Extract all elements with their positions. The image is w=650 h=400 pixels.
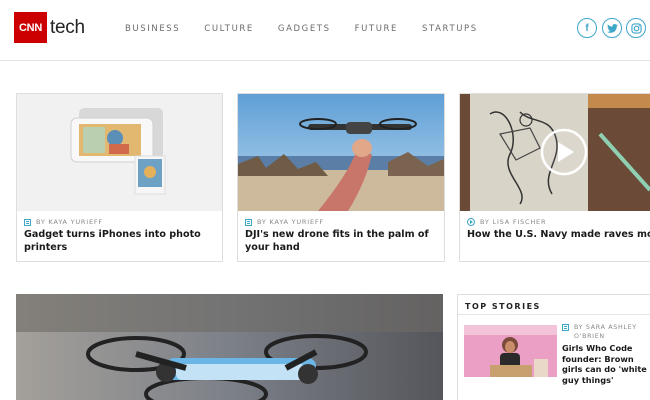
article-icon	[24, 218, 31, 226]
nav-item-future[interactable]: FUTURE	[355, 24, 398, 34]
story-image-photo-printer[interactable]	[17, 94, 222, 211]
story-meta: BY KAYA YURIEFF	[245, 218, 324, 226]
facebook-glyph: f	[585, 22, 589, 34]
site-header: CNN tech BUSINESS CULTURE GADGETS FUTURE…	[0, 0, 650, 61]
top-stories-panel: TOP STORIES BY SARA ASHLEY O'BRIEN Girls…	[457, 294, 650, 400]
story-card-dji-drone[interactable]: BY KAYA YURIEFF DJI's new drone fits in …	[237, 93, 445, 262]
article-icon	[245, 218, 252, 226]
nav-item-business[interactable]: BUSINESS	[125, 24, 180, 34]
tech-logo-word: tech	[50, 16, 85, 38]
story-card-photo-printer[interactable]: BY KAYA YURIEFF Gadget turns iPhones int…	[16, 93, 223, 262]
story-title[interactable]: DJI's new drone fits in the palm of your…	[245, 229, 438, 254]
story-byline: BY KAYA YURIEFF	[36, 218, 103, 226]
featured-story-image[interactable]	[16, 294, 443, 400]
instagram-icon[interactable]	[626, 18, 646, 38]
top-story-thumbnail[interactable]	[464, 325, 557, 377]
cnn-tech-logo[interactable]: CNN tech	[14, 12, 85, 43]
top-stories-heading: TOP STORIES	[465, 302, 541, 311]
video-icon	[467, 218, 475, 226]
story-byline: BY KAYA YURIEFF	[257, 218, 324, 226]
story-meta: BY LISA FISCHER	[467, 218, 546, 226]
cnn-logo-box: CNN	[14, 12, 47, 43]
story-image-navy-raves[interactable]	[460, 94, 650, 211]
story-byline: BY LISA FISCHER	[480, 218, 547, 226]
top-stories-divider	[458, 314, 650, 315]
main-nav: BUSINESS CULTURE GADGETS FUTURE STARTUPS	[125, 24, 502, 34]
story-title[interactable]: Gadget turns iPhones into photo printers	[24, 229, 216, 254]
top-story-title[interactable]: Girls Who Code founder: Brown girls can …	[562, 343, 650, 385]
nav-item-gadgets[interactable]: GADGETS	[278, 24, 331, 34]
twitter-bird-glyph	[606, 23, 618, 33]
article-icon	[562, 324, 569, 331]
story-card-navy-raves[interactable]: BY LISA FISCHER How the U.S. Navy made r…	[459, 93, 650, 262]
story-image-dji-drone[interactable]	[238, 94, 444, 211]
top-story-meta: BY SARA ASHLEY O'BRIEN	[562, 323, 650, 341]
story-meta: BY KAYA YURIEFF	[24, 218, 103, 226]
instagram-glyph	[630, 22, 642, 34]
top-story-byline: BY SARA ASHLEY O'BRIEN	[574, 324, 637, 340]
nav-item-startups[interactable]: STARTUPS	[422, 24, 478, 34]
nav-item-culture[interactable]: CULTURE	[204, 24, 254, 34]
story-title[interactable]: How the U.S. Navy made raves more fun	[467, 229, 650, 242]
twitter-icon[interactable]	[602, 18, 622, 38]
facebook-icon[interactable]: f	[577, 18, 597, 38]
